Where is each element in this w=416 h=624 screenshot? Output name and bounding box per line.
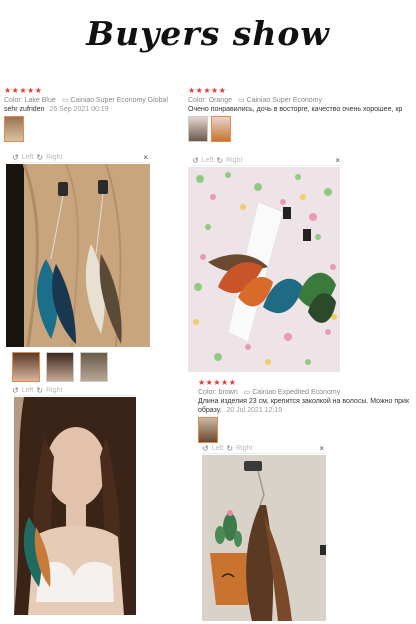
- image-viewer-controls: ↺ Left ↻ Right ×: [192, 156, 342, 166]
- rotate-right-icon[interactable]: ↻: [226, 444, 233, 453]
- rotate-right-icon[interactable]: ↻: [36, 153, 43, 162]
- rotate-left-icon[interactable]: ↺: [202, 444, 209, 453]
- rotate-left-icon[interactable]: ↺: [12, 386, 19, 395]
- photo-thumbnails-row: [12, 352, 108, 382]
- review-meta: Color: Orange ▭ Cainiao Super Economy: [188, 97, 323, 104]
- review-text: образу. 20 Jul 2021 12:19: [198, 407, 283, 414]
- thumbnail[interactable]: [80, 352, 108, 382]
- rating-stars: ★★★★★: [188, 86, 227, 95]
- rotate-left-label[interactable]: Left: [22, 387, 34, 394]
- image-viewer-controls: ↺ Left ↻ Right ×: [12, 153, 150, 163]
- thumbnail[interactable]: [188, 116, 208, 142]
- truck-icon: ▭: [237, 97, 245, 104]
- rotate-right-label[interactable]: Right: [46, 387, 62, 394]
- shipping-method: Cainiao Super Economy Global: [70, 97, 168, 104]
- review-photo-feathers-orange: [188, 167, 340, 372]
- rating-stars: ★★★★★: [198, 378, 237, 387]
- photo-thumbnails: [4, 116, 184, 142]
- color-value: Lake Blue: [24, 97, 56, 104]
- rotate-left-icon[interactable]: ↺: [192, 156, 199, 165]
- review-meta: Color: brown ▭ Cainiao Expedited Economy: [198, 389, 341, 396]
- review-date: 20 Jul 2021 12:19: [226, 407, 283, 414]
- rotate-right-label[interactable]: Right: [236, 445, 252, 452]
- review-text: Очено понравились, дочь в восторге, каче…: [188, 106, 403, 113]
- review-photo-woman: [14, 397, 136, 615]
- review-meta: Color: Lake Blue ▭ Cainiao Super Economy…: [4, 97, 168, 104]
- review-right: ★★★★★ Color: Orange ▭ Cainiao Super Econ…: [188, 86, 414, 142]
- image-viewer-controls: ↺ Left ↻ Right: [12, 386, 136, 396]
- review-left: ★★★★★ Color: Lake Blue ▭ Cainiao Super E…: [4, 86, 184, 142]
- rotate-right-label[interactable]: Right: [226, 157, 242, 164]
- truck-icon: ▭: [61, 97, 69, 104]
- shipping-method: Cainiao Expedited Economy: [252, 389, 341, 396]
- thumbnail[interactable]: [12, 352, 40, 382]
- close-icon[interactable]: ×: [319, 444, 324, 453]
- truck-icon: ▭: [243, 389, 251, 396]
- color-value: brown: [218, 389, 238, 396]
- review-photo-feathers-blue: [6, 164, 150, 347]
- thumbnail[interactable]: [211, 116, 231, 142]
- review-bottom: ★★★★★ Color: brown ▭ Cainiao Expedited E…: [198, 378, 414, 443]
- thumbnail[interactable]: [198, 417, 218, 443]
- color-value: Orange: [208, 97, 232, 104]
- photo-thumbnails: [188, 116, 414, 142]
- page-title: Buyers show: [86, 14, 330, 53]
- review-photo-feather-brown: [202, 455, 326, 621]
- thumbnail[interactable]: [4, 116, 24, 142]
- rotate-right-label[interactable]: Right: [46, 154, 62, 161]
- rotate-left-label[interactable]: Left: [22, 154, 34, 161]
- rotate-right-icon[interactable]: ↻: [216, 156, 223, 165]
- close-icon[interactable]: ×: [335, 156, 340, 165]
- rotate-left-label[interactable]: Left: [212, 445, 224, 452]
- shipping-method: Cainiao Super Economy: [246, 97, 323, 104]
- rating-stars: ★★★★★: [4, 86, 43, 95]
- thumbnail[interactable]: [46, 352, 74, 382]
- rotate-left-icon[interactable]: ↺: [12, 153, 19, 162]
- rotate-right-icon[interactable]: ↻: [36, 386, 43, 395]
- image-viewer-controls: ↺ Left ↻ Right ×: [202, 444, 326, 454]
- rotate-left-label[interactable]: Left: [202, 157, 214, 164]
- review-date: 26 Sep 2021 00:19: [49, 106, 109, 113]
- photo-thumbnails: [198, 417, 414, 443]
- review-text: Длина изделия 23 см, крепится заколкой н…: [198, 398, 410, 405]
- review-text: sehr zufriden 26 Sep 2021 00:19: [4, 106, 109, 113]
- close-icon[interactable]: ×: [143, 153, 148, 162]
